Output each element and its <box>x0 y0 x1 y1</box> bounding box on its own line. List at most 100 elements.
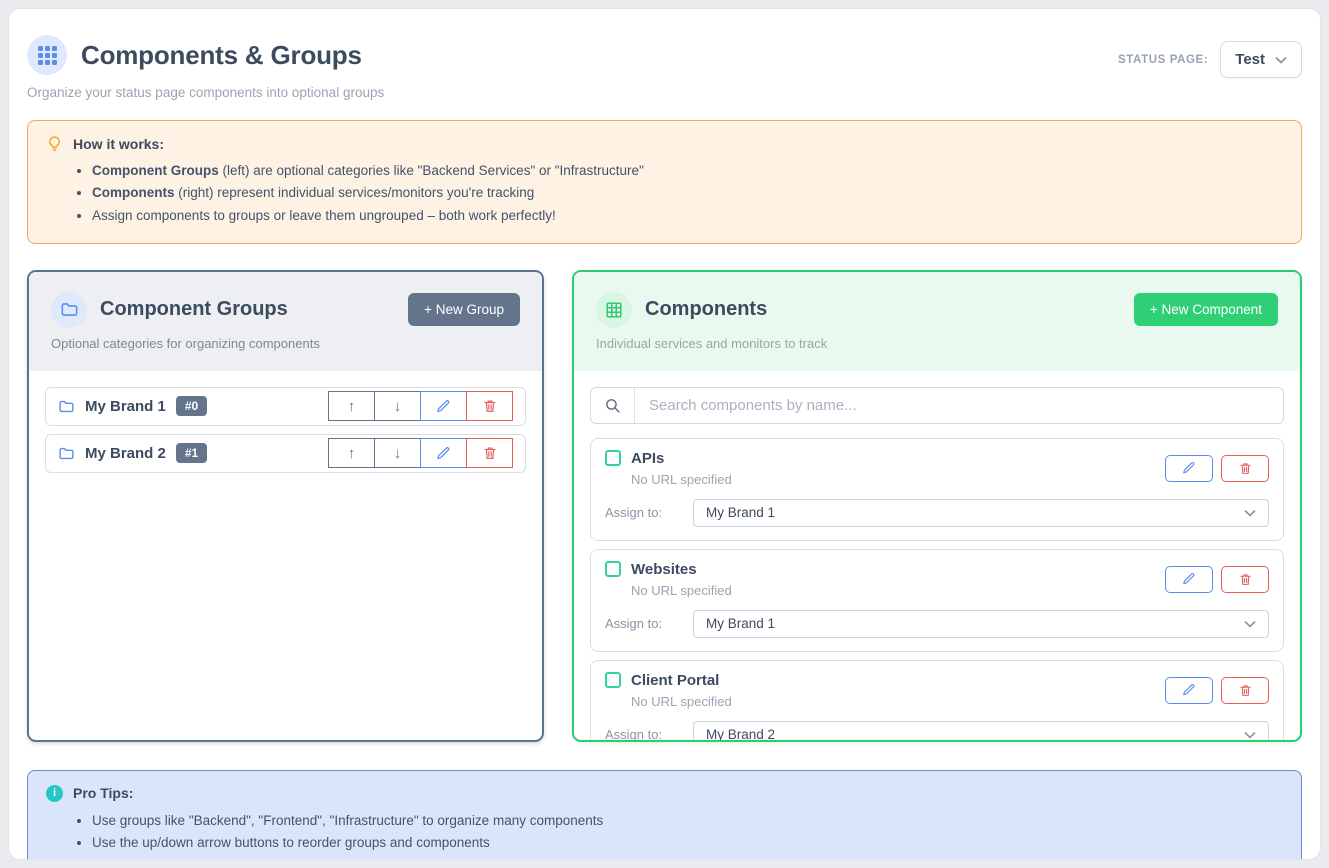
folder-icon <box>60 300 79 319</box>
pro-tips-item: Components without a group will appear i… <box>92 854 1283 860</box>
trash-icon <box>483 446 497 460</box>
chevron-down-icon <box>1244 509 1256 517</box>
component-url-status: No URL specified <box>631 472 732 487</box>
trash-icon <box>1239 462 1252 475</box>
assign-group-select[interactable]: My Brand 2 <box>693 721 1269 740</box>
delete-component-button[interactable] <box>1221 677 1269 704</box>
component-checkbox[interactable] <box>605 672 621 688</box>
assign-group-select[interactable]: My Brand 1 <box>693 610 1269 638</box>
chevron-down-icon <box>1244 731 1256 739</box>
folder-icon-circle <box>51 292 87 328</box>
group-actions: ↑ ↓ <box>328 391 513 421</box>
components-panel-header: Components + New Component Individual se… <box>574 272 1300 371</box>
groups-list: My Brand 1 #0 ↑ ↓ My Brand 2 #1 <box>29 371 542 740</box>
component-groups-panel: Component Groups + New Group Optional ca… <box>27 270 544 742</box>
edit-group-button[interactable] <box>420 391 467 421</box>
component-checkbox[interactable] <box>605 561 621 577</box>
trash-icon <box>483 399 497 413</box>
component-actions <box>1165 455 1269 482</box>
header-left: Components & Groups Organize your status… <box>27 35 384 100</box>
pencil-icon <box>436 446 451 461</box>
component-actions <box>1165 677 1269 704</box>
pencil-icon <box>1182 461 1196 475</box>
group-order-badge: #0 <box>176 396 207 416</box>
components-panel-subtitle: Individual services and monitors to trac… <box>596 336 1278 351</box>
assign-to-label: Assign to: <box>605 616 693 631</box>
search-icon <box>604 397 621 414</box>
component-actions <box>1165 566 1269 593</box>
component-name: Client Portal <box>631 672 719 689</box>
header-right: STATUS PAGE: Test <box>1118 41 1302 78</box>
assign-group-select[interactable]: My Brand 1 <box>693 499 1269 527</box>
groups-panel-header: Component Groups + New Group Optional ca… <box>29 272 542 371</box>
status-page-value: Test <box>1235 51 1265 68</box>
grid-icon <box>38 46 57 65</box>
assign-to-label: Assign to: <box>605 505 693 520</box>
edit-component-button[interactable] <box>1165 566 1213 593</box>
how-it-works-list: Component Groups (left) are optional cat… <box>92 160 1283 227</box>
how-it-works-title: How it works: <box>73 136 164 152</box>
page-title: Components & Groups <box>81 40 362 71</box>
how-it-works-item: Assign components to groups or leave the… <box>92 205 1283 227</box>
component-card: Websites No URL specified Assign to: <box>590 549 1284 652</box>
pencil-icon <box>436 399 451 414</box>
new-group-button[interactable]: + New Group <box>408 293 520 326</box>
pro-tips-list: Use groups like "Backend", "Frontend", "… <box>92 810 1283 860</box>
component-url-status: No URL specified <box>631 694 732 709</box>
component-card: Client Portal No URL specified Assign to… <box>590 660 1284 740</box>
chevron-down-icon <box>1275 56 1287 64</box>
component-checkbox[interactable] <box>605 450 621 466</box>
group-row: My Brand 2 #1 ↑ ↓ <box>45 434 526 473</box>
components-groups-icon <box>27 35 67 75</box>
group-name: My Brand 2 <box>85 445 166 462</box>
info-icon: i <box>46 785 63 802</box>
move-up-button[interactable]: ↑ <box>328 391 375 421</box>
delete-component-button[interactable] <box>1221 455 1269 482</box>
pro-tips-title: Pro Tips: <box>73 785 133 801</box>
trash-icon <box>1239 573 1252 586</box>
move-down-button[interactable]: ↓ <box>374 438 421 468</box>
page-subtitle: Organize your status page components int… <box>27 85 384 100</box>
pro-tips-box: i Pro Tips: Use groups like "Backend", "… <box>27 770 1302 860</box>
component-url-status: No URL specified <box>631 583 732 598</box>
groups-panel-subtitle: Optional categories for organizing compo… <box>51 336 520 351</box>
how-it-works-box: How it works: Component Groups (left) ar… <box>27 120 1302 244</box>
component-name: APIs <box>631 450 664 467</box>
assigned-group-value: My Brand 1 <box>706 505 775 520</box>
move-down-button[interactable]: ↓ <box>374 391 421 421</box>
table-icon-circle <box>596 292 632 328</box>
main-card: Components & Groups Organize your status… <box>8 8 1321 860</box>
pencil-icon <box>1182 683 1196 697</box>
edit-component-button[interactable] <box>1165 455 1213 482</box>
group-row: My Brand 1 #0 ↑ ↓ <box>45 387 526 426</box>
status-page-select[interactable]: Test <box>1220 41 1302 78</box>
panels-container: Component Groups + New Group Optional ca… <box>27 270 1302 742</box>
folder-icon <box>58 398 75 415</box>
components-panel-title: Components <box>645 298 1121 321</box>
new-component-button[interactable]: + New Component <box>1134 293 1278 326</box>
delete-group-button[interactable] <box>466 391 513 421</box>
assigned-group-value: My Brand 2 <box>706 727 775 740</box>
table-grid-icon <box>605 301 623 319</box>
group-name: My Brand 1 <box>85 398 166 415</box>
chevron-down-icon <box>1244 620 1256 628</box>
delete-component-button[interactable] <box>1221 566 1269 593</box>
pro-tips-item: Use groups like "Backend", "Frontend", "… <box>92 810 1283 832</box>
how-it-works-item: Components (right) represent individual … <box>92 182 1283 204</box>
pro-tips-item: Use the up/down arrow buttons to reorder… <box>92 832 1283 854</box>
how-it-works-item: Component Groups (left) are optional cat… <box>92 160 1283 182</box>
move-up-button[interactable]: ↑ <box>328 438 375 468</box>
group-order-badge: #1 <box>176 443 207 463</box>
assign-to-label: Assign to: <box>605 727 693 740</box>
page-header: Components & Groups Organize your status… <box>27 35 1302 100</box>
search-input[interactable] <box>635 388 1283 423</box>
component-search <box>590 387 1284 424</box>
edit-group-button[interactable] <box>420 438 467 468</box>
edit-component-button[interactable] <box>1165 677 1213 704</box>
assigned-group-value: My Brand 1 <box>706 616 775 631</box>
delete-group-button[interactable] <box>466 438 513 468</box>
lightbulb-icon <box>46 135 63 152</box>
component-name: Websites <box>631 561 697 578</box>
groups-panel-title: Component Groups <box>100 298 395 321</box>
folder-icon <box>58 445 75 462</box>
